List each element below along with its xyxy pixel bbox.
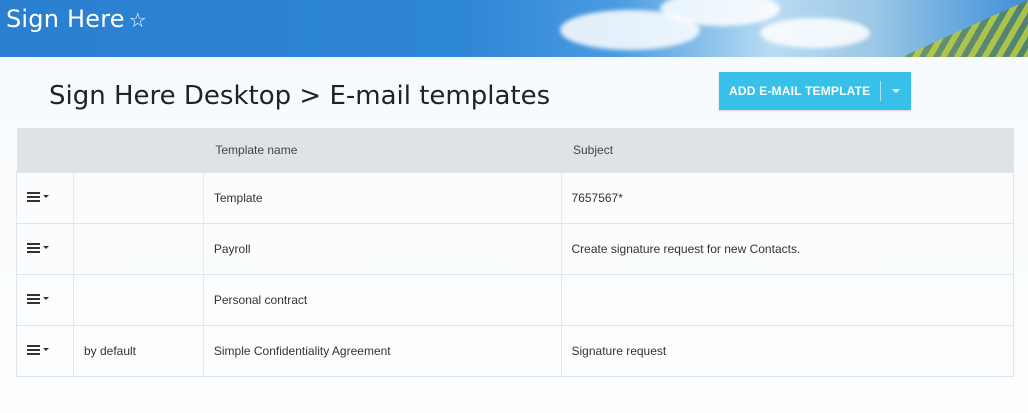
top-header: Sign Here ☆: [0, 0, 1028, 57]
caret-down-icon: [43, 195, 49, 198]
row-template-name[interactable]: Simple Confidentiality Agreement: [202, 325, 561, 376]
column-header-actions: [17, 128, 74, 172]
templates-table: Template name Subject Template 7657567*: [16, 128, 1014, 377]
hamburger-icon: [27, 344, 40, 355]
row-template-name[interactable]: Payroll: [202, 223, 561, 274]
cloud-decoration: [760, 18, 870, 48]
content-panel: Sign Here Desktop > E-mail templates ADD…: [0, 57, 1028, 413]
add-template-button-group: ADD E-MAIL TEMPLATE: [719, 72, 912, 110]
row-flag: [72, 223, 204, 274]
table-row[interactable]: Personal contract: [16, 274, 1014, 325]
caret-down-icon: [892, 89, 901, 93]
column-header-flag: [73, 128, 203, 172]
row-subject: Create signature request for new Contact…: [560, 223, 1014, 274]
page-title: Sign Here Desktop > E-mail templates: [49, 81, 551, 111]
row-menu-button[interactable]: [27, 344, 49, 355]
column-header-template-name[interactable]: Template name: [203, 128, 561, 172]
table-row[interactable]: Template 7657567*: [16, 172, 1014, 223]
hamburger-icon: [27, 191, 40, 202]
app-title-text: Sign Here: [6, 5, 125, 33]
caret-down-icon: [43, 246, 49, 249]
row-template-name[interactable]: Personal contract: [202, 274, 561, 325]
hamburger-icon: [27, 293, 40, 304]
table-row[interactable]: by default Simple Confidentiality Agreem…: [16, 325, 1014, 376]
row-subject: Signature request: [560, 325, 1014, 376]
add-email-template-button[interactable]: ADD E-MAIL TEMPLATE: [719, 72, 880, 110]
row-actions-cell: [16, 223, 74, 274]
row-flag: [72, 172, 204, 223]
row-subject: 7657567*: [560, 172, 1014, 223]
row-menu-button[interactable]: [27, 191, 49, 202]
caret-down-icon: [43, 348, 49, 351]
row-subject: [560, 274, 1014, 325]
palm-decoration: [902, 0, 1028, 57]
row-actions-cell: [16, 274, 74, 325]
row-menu-button[interactable]: [27, 293, 49, 304]
table-header-row: Template name Subject: [16, 128, 1014, 172]
row-menu-button[interactable]: [27, 242, 49, 253]
table-row[interactable]: Payroll Create signature request for new…: [16, 223, 1014, 274]
star-outline-icon[interactable]: ☆: [129, 8, 147, 32]
caret-down-icon: [43, 297, 49, 300]
column-header-subject[interactable]: Subject: [561, 128, 1014, 172]
hamburger-icon: [27, 242, 40, 253]
row-actions-cell: [16, 172, 74, 223]
row-flag: by default: [72, 325, 204, 376]
row-actions-cell: [16, 325, 74, 376]
row-flag: [72, 274, 204, 325]
add-options-dropdown-button[interactable]: [881, 72, 911, 110]
row-template-name[interactable]: Template: [202, 172, 561, 223]
app-title: Sign Here ☆: [6, 5, 147, 33]
